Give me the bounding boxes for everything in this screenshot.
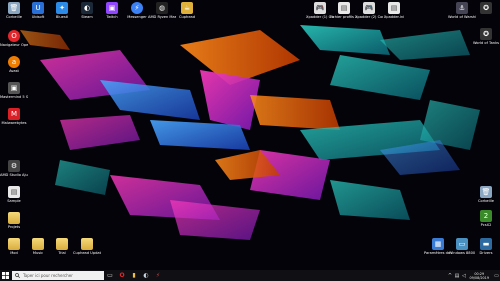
desktop-icon-projets[interactable]: Projets: [0, 212, 28, 229]
search-placeholder: Taper ici pour rechercher: [23, 273, 73, 278]
taskbar-amd[interactable]: ⚡: [152, 270, 164, 281]
amd-icon: ⚡: [155, 272, 161, 279]
settings-icon: ▦: [432, 238, 444, 250]
folder-icon: [56, 238, 68, 250]
taskbar-file-explorer[interactable]: ▮: [128, 270, 140, 281]
desktop-icon-navigator[interactable]: O Navigateur Opera: [0, 30, 28, 47]
desktop-icon-fichier-1[interactable]: ▤ Fichier profils Xp...: [330, 2, 358, 19]
desktop-icon-malwarebytes[interactable]: M Malwarebytes: [0, 108, 28, 125]
pcsx2-icon: 2: [480, 210, 492, 222]
steam-icon: ◐: [143, 272, 149, 279]
opera-icon: O: [8, 30, 20, 42]
windows-logo-icon: [2, 272, 9, 279]
file-icon: ▤: [388, 2, 400, 14]
trash-icon: 🗑: [8, 2, 20, 14]
tanks-icon: ✪: [480, 2, 492, 14]
file-icon: ▤: [8, 186, 20, 198]
desktop-icon-steam[interactable]: ◐ Steam: [73, 2, 101, 19]
desktop: 🗑 Corbeille U Ubisoft ✦ Bluestl ◐ Steam …: [0, 0, 500, 270]
twitch-icon: ▣: [106, 2, 118, 14]
file-icon: ▤: [338, 2, 350, 14]
opera-icon: O: [119, 272, 125, 279]
folder-icon: [8, 212, 20, 224]
system-tray: ^ ▤ ◁ 00:29 09/08/2019 ▭: [446, 270, 500, 281]
warships-icon: ⚓: [456, 2, 468, 14]
gear-icon: ⚙: [8, 160, 20, 172]
desktop-icon-fichier-2[interactable]: ▤ Xpadder.ini: [380, 2, 408, 19]
clock-date: 09/08/2019: [469, 275, 489, 280]
desktop-icon-manette-2[interactable]: 🎮 Xpadder (2) Cont...: [355, 2, 383, 19]
desktop-icon-world-tanks-top[interactable]: ✪: [472, 2, 500, 14]
desktop-icon-pcsx2[interactable]: 2 PcsX2: [472, 210, 500, 227]
desktop-icon-amd-ryzen-master[interactable]: ◍ AMD Ryzen Master: [148, 2, 176, 19]
task-view-button[interactable]: ▭: [104, 270, 116, 281]
desktop-icon-sample[interactable]: ▤ Sample: [0, 186, 28, 203]
desktop-icon-messenger[interactable]: ⚡ Messenger: [123, 2, 151, 19]
desktop-icon-bluestl[interactable]: ✦ Bluestl: [48, 2, 76, 19]
avast-icon: a: [8, 56, 20, 68]
taskbar-opera[interactable]: O: [116, 270, 128, 281]
desktop-icon-cuphead[interactable]: ☕ Cuphead: [173, 2, 201, 19]
computer-icon: ▭: [456, 238, 468, 250]
drive-icon: ▬: [480, 238, 492, 250]
desktop-icon-world-tanks[interactable]: ✪ World of Tanks: [472, 28, 500, 45]
gamepad-icon: 🎮: [363, 2, 375, 14]
tanks-icon: ✪: [480, 28, 492, 40]
search-icon: [15, 273, 20, 278]
ubisoft-icon: U: [32, 2, 44, 14]
blizzard-icon: ✦: [56, 2, 68, 14]
folder-icon: [8, 238, 20, 250]
trash-icon: 🗑: [480, 186, 492, 198]
folder-icon: ▮: [132, 272, 136, 279]
desktop-icon-maxcso[interactable]: ▣ Mastermind 5 Suite: [0, 82, 28, 99]
cuphead-icon: ☕: [181, 2, 193, 14]
app-icon: ▣: [8, 82, 20, 94]
desktop-icon-twitch[interactable]: ▣ Twitch: [98, 2, 126, 19]
desktop-icon-drive[interactable]: ▬ Drivers: [472, 238, 500, 255]
taskbar: Taper ici pour rechercher ▭ O ▮ ◐ ⚡ ^ ▤ …: [0, 270, 500, 281]
search-input[interactable]: Taper ici pour rechercher: [12, 271, 104, 280]
network-icon[interactable]: ▤: [453, 270, 460, 281]
desktop-icon-recycle-bin-right[interactable]: 🗑 Corbeille: [472, 186, 500, 203]
malwarebytes-icon: M: [8, 108, 20, 120]
task-view-icon: ▭: [107, 272, 113, 279]
messenger-icon: ⚡: [131, 2, 143, 14]
desktop-icon-cuphead-update[interactable]: Cuphead Update: [73, 238, 101, 255]
tray-chevron-icon[interactable]: ^: [446, 270, 453, 281]
volume-icon[interactable]: ◁: [460, 270, 467, 281]
desktop-icon-trial[interactable]: Trial: [48, 238, 76, 255]
gamepad-icon: 🎮: [314, 2, 326, 14]
desktop-icon-avast[interactable]: a Avast: [0, 56, 28, 73]
wallpaper: [0, 0, 500, 270]
folder-icon: [81, 238, 93, 250]
folder-icon: [32, 238, 44, 250]
clock[interactable]: 00:29 09/08/2019: [469, 272, 489, 280]
ryzen-icon: ◍: [156, 2, 168, 14]
notification-icon[interactable]: ▭: [493, 270, 500, 281]
desktop-icon-amd-radeon[interactable]: ⚙ AMD Studio Ajustes: [0, 160, 28, 177]
steam-icon: ◐: [81, 2, 93, 14]
start-button[interactable]: [0, 270, 11, 281]
taskbar-steam[interactable]: ◐: [140, 270, 152, 281]
